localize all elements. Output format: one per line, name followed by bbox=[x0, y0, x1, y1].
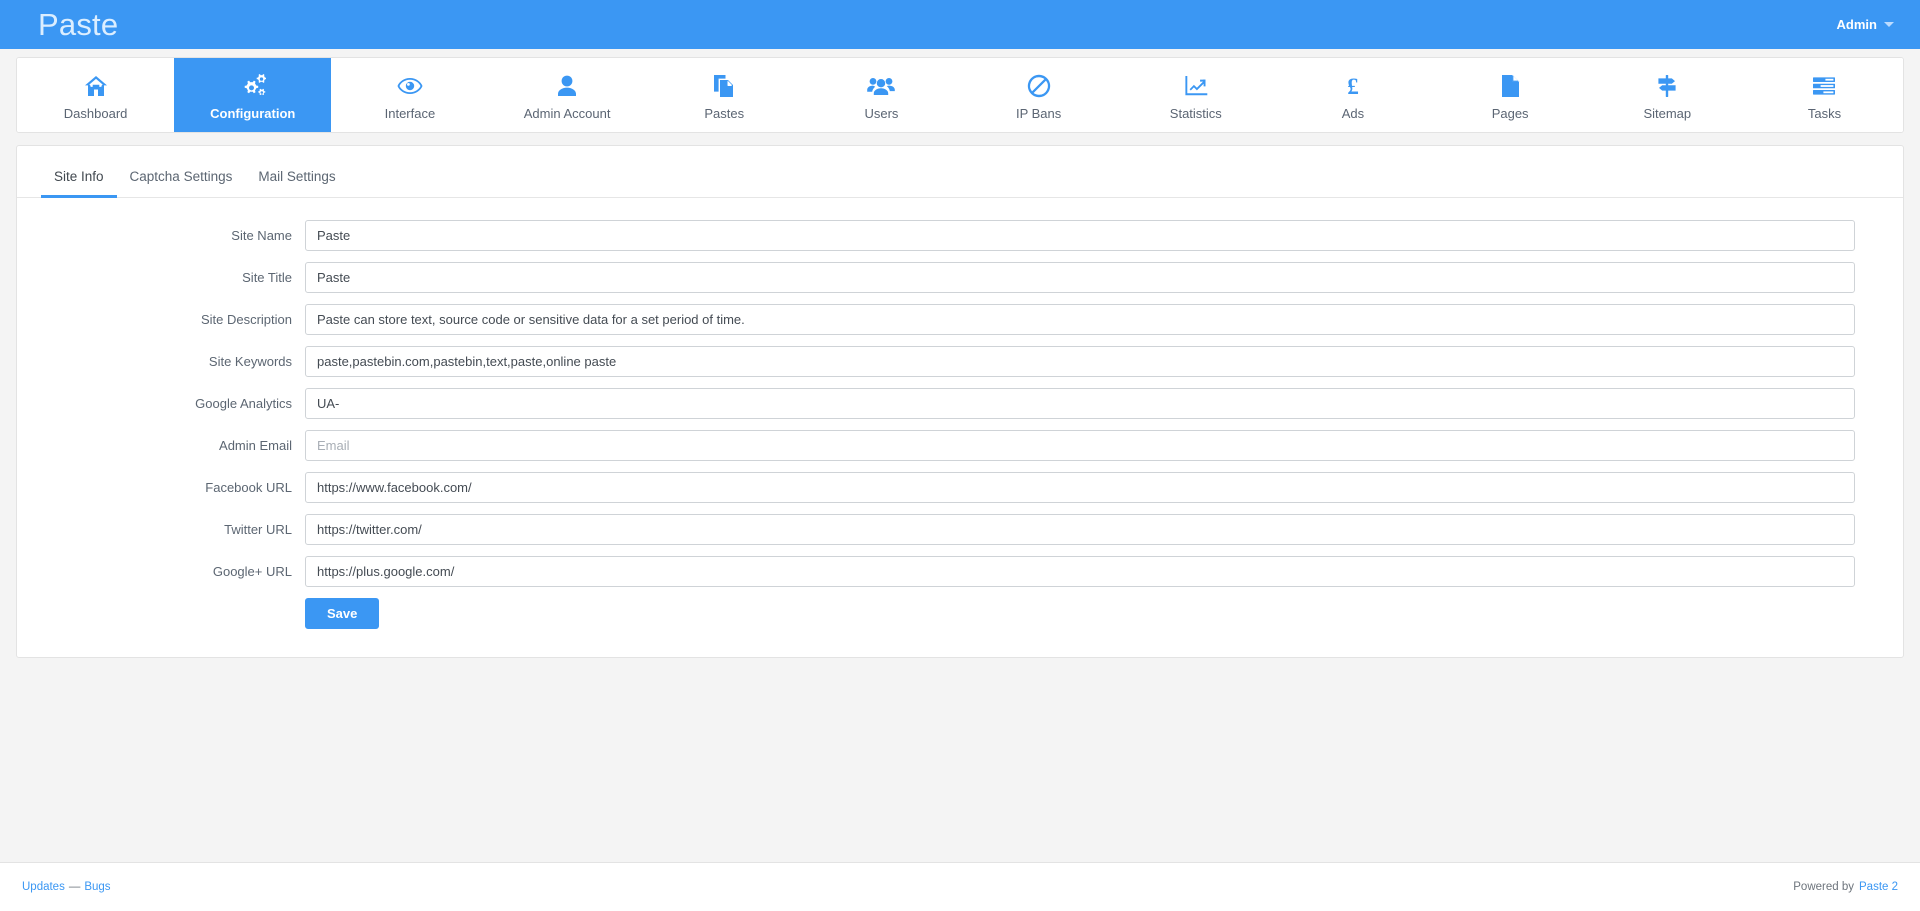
nav-item-interface[interactable]: Interface bbox=[331, 58, 488, 132]
top-bar: Paste Admin bbox=[0, 0, 1920, 49]
tab-mail-settings[interactable]: Mail Settings bbox=[245, 160, 348, 198]
ban-icon bbox=[1027, 74, 1051, 98]
footer-powered-by: Powered by Paste 2 bbox=[1793, 881, 1898, 893]
google-analytics-input[interactable] bbox=[305, 388, 1855, 419]
bugs-link[interactable]: Bugs bbox=[84, 881, 110, 893]
nav-label: Dashboard bbox=[64, 107, 128, 120]
save-button[interactable]: Save bbox=[305, 598, 379, 629]
label-site-name: Site Name bbox=[17, 228, 305, 244]
nav-item-configuration[interactable]: Configuration bbox=[174, 58, 331, 132]
form-row-google-analytics: Google Analytics bbox=[17, 388, 1855, 419]
site-description-input[interactable] bbox=[305, 304, 1855, 335]
nav-label: Ads bbox=[1342, 107, 1364, 120]
pound-sterling-icon: £ bbox=[1344, 74, 1362, 98]
label-site-title: Site Title bbox=[17, 270, 305, 286]
nav-label: Statistics bbox=[1170, 107, 1222, 120]
site-name-input[interactable] bbox=[305, 220, 1855, 251]
form-row-site-title: Site Title bbox=[17, 262, 1855, 293]
eye-icon bbox=[397, 74, 423, 98]
nav-item-tasks[interactable]: Tasks bbox=[1746, 58, 1903, 132]
gears-icon bbox=[240, 74, 266, 98]
nav-item-statistics[interactable]: Statistics bbox=[1117, 58, 1274, 132]
file-page-icon bbox=[1501, 74, 1520, 98]
admin-dropdown-label: Admin bbox=[1837, 17, 1877, 32]
nav-item-ads[interactable]: £ Ads bbox=[1274, 58, 1431, 132]
form-row-actions: Save bbox=[17, 598, 1855, 629]
nav-label: Interface bbox=[385, 107, 436, 120]
nav-item-pages[interactable]: Pages bbox=[1432, 58, 1589, 132]
admin-dropdown[interactable]: Admin bbox=[1837, 17, 1894, 32]
label-site-description: Site Description bbox=[17, 312, 305, 328]
chevron-down-icon bbox=[1884, 22, 1894, 27]
paste-version-link[interactable]: Paste 2 bbox=[1859, 881, 1898, 893]
form-row-googleplus-url: Google+ URL bbox=[17, 556, 1855, 587]
nav-label: Configuration bbox=[210, 107, 295, 120]
svg-text:£: £ bbox=[1347, 75, 1359, 98]
site-keywords-input[interactable] bbox=[305, 346, 1855, 377]
task-list-icon bbox=[1812, 74, 1836, 98]
nav-item-admin-account[interactable]: Admin Account bbox=[489, 58, 646, 132]
admin-email-input[interactable] bbox=[305, 430, 1855, 461]
tab-site-info[interactable]: Site Info bbox=[41, 160, 117, 198]
label-google-analytics: Google Analytics bbox=[17, 396, 305, 412]
nav-item-ip-bans[interactable]: IP Bans bbox=[960, 58, 1117, 132]
form-row-facebook-url: Facebook URL bbox=[17, 472, 1855, 503]
nav-label: Pastes bbox=[704, 107, 744, 120]
site-title-input[interactable] bbox=[305, 262, 1855, 293]
site-info-form: Site Name Site Title Site Description Si… bbox=[17, 198, 1903, 629]
home-icon bbox=[84, 74, 108, 98]
nav-item-sitemap[interactable]: Sitemap bbox=[1589, 58, 1746, 132]
nav-item-pastes[interactable]: Pastes bbox=[646, 58, 803, 132]
configuration-panel: Site Info Captcha Settings Mail Settings… bbox=[16, 145, 1904, 658]
form-row-site-keywords: Site Keywords bbox=[17, 346, 1855, 377]
signpost-icon bbox=[1655, 74, 1679, 98]
label-googleplus-url: Google+ URL bbox=[17, 564, 305, 580]
footer-links: Updates —Bugs bbox=[22, 881, 111, 893]
users-group-icon bbox=[867, 74, 895, 98]
googleplus-url-input[interactable] bbox=[305, 556, 1855, 587]
nav-label: Sitemap bbox=[1643, 107, 1691, 120]
nav-label: Tasks bbox=[1808, 107, 1841, 120]
footer: Updates —Bugs Powered by Paste 2 bbox=[0, 862, 1920, 911]
label-site-keywords: Site Keywords bbox=[17, 354, 305, 370]
copy-files-icon bbox=[713, 74, 735, 98]
nav-item-dashboard[interactable]: Dashboard bbox=[17, 58, 174, 132]
label-twitter-url: Twitter URL bbox=[17, 522, 305, 538]
main-navigation: Dashboard Configuration Interface bbox=[16, 57, 1904, 133]
twitter-url-input[interactable] bbox=[305, 514, 1855, 545]
powered-by-text: Powered by bbox=[1793, 881, 1854, 893]
updates-link[interactable]: Updates bbox=[22, 881, 65, 893]
footer-separator: — bbox=[69, 881, 81, 893]
user-icon bbox=[557, 74, 577, 98]
form-row-admin-email: Admin Email bbox=[17, 430, 1855, 461]
nav-label: IP Bans bbox=[1016, 107, 1061, 120]
line-chart-icon bbox=[1184, 74, 1208, 98]
settings-tabs: Site Info Captcha Settings Mail Settings bbox=[17, 146, 1903, 198]
label-facebook-url: Facebook URL bbox=[17, 480, 305, 496]
form-row-site-description: Site Description bbox=[17, 304, 1855, 335]
brand-logo[interactable]: Paste bbox=[38, 9, 118, 40]
form-row-twitter-url: Twitter URL bbox=[17, 514, 1855, 545]
facebook-url-input[interactable] bbox=[305, 472, 1855, 503]
tab-captcha-settings[interactable]: Captcha Settings bbox=[117, 160, 246, 198]
label-admin-email: Admin Email bbox=[17, 438, 305, 454]
form-row-site-name: Site Name bbox=[17, 220, 1855, 251]
nav-label: Pages bbox=[1492, 107, 1529, 120]
nav-label: Users bbox=[864, 107, 898, 120]
nav-label: Admin Account bbox=[524, 107, 611, 120]
nav-item-users[interactable]: Users bbox=[803, 58, 960, 132]
